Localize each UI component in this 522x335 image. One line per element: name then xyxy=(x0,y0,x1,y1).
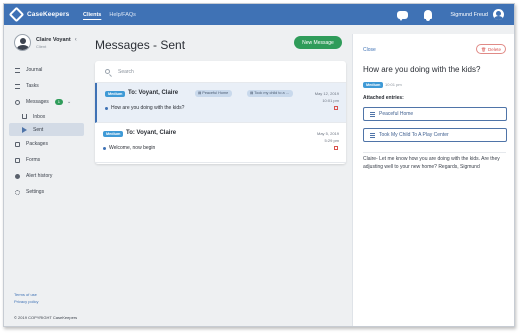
message-detail-pane: Close 🗑 Delete How are you doing with th… xyxy=(352,34,514,326)
nav-clients[interactable]: Clients xyxy=(83,12,101,18)
app-window: CaseKeepers Clients Help/FAQs Sigmund Fr… xyxy=(3,3,515,327)
message-preview: Welcome, now begin xyxy=(109,145,156,151)
delete-label: Delete xyxy=(488,46,502,52)
sidebar-item-label: Inbox xyxy=(33,113,46,120)
attached-entries-label: Attached entries: xyxy=(363,95,404,101)
sidebar-item-label: Journal xyxy=(26,67,43,73)
alert-icon xyxy=(15,173,20,179)
gear-icon xyxy=(15,189,20,195)
unread-badge: 1 xyxy=(54,99,64,105)
attached-entry-button[interactable]: Peaceful Home xyxy=(363,107,507,121)
priority-badge: Medium xyxy=(363,82,384,88)
messages-icon[interactable] xyxy=(397,10,409,21)
message-body: Claire- Let me know how you are doing wi… xyxy=(363,156,500,170)
search-bar xyxy=(95,61,346,83)
message-time: 5:29 pm xyxy=(324,138,339,143)
sidebar-item-label: Packages xyxy=(26,141,48,147)
sidebar-item-alert-history[interactable]: Alert history xyxy=(4,168,88,184)
page-title: Messages - Sent xyxy=(95,38,186,52)
message-list-panel: Medium To: Voyant, Claire Peaceful Home … xyxy=(95,61,346,164)
inbox-icon xyxy=(22,114,27,119)
trash-icon[interactable] xyxy=(334,106,338,110)
bell-icon[interactable] xyxy=(424,10,433,21)
copyright: © 2019 COPYRIGHT CaseKeepers xyxy=(14,315,78,320)
logo-icon xyxy=(8,6,25,23)
list-icon xyxy=(15,83,20,89)
attached-entry-chip[interactable]: Took my child to a ... xyxy=(247,90,293,97)
client-name: Claire Voyant xyxy=(36,36,71,43)
sidebar-item-inbox[interactable]: Inbox xyxy=(4,110,88,123)
message-preview: How are you doing with the kids? xyxy=(111,105,185,111)
sidebar-item-label: Tasks xyxy=(26,83,39,89)
chat-icon xyxy=(15,99,20,105)
sidebar: Claire Voyant Client ‹ Journal Tasks Mes… xyxy=(4,25,88,326)
unread-dot-icon xyxy=(103,147,106,150)
attached-entry-button[interactable]: Took My Child To A Play Center xyxy=(363,128,507,142)
sidebar-item-sent[interactable]: Sent xyxy=(9,123,84,136)
sidebar-nav: Journal Tasks Messages 1 ⌄ Inbox Sent Pa… xyxy=(4,62,88,200)
sidebar-item-label: Alert history xyxy=(26,173,53,179)
message-row[interactable]: Medium To: Voyant, Claire Peaceful Home … xyxy=(95,83,346,123)
terms-link[interactable]: Terms of use xyxy=(14,292,77,297)
sidebar-item-label: Forms xyxy=(26,157,41,163)
sidebar-item-forms[interactable]: Forms xyxy=(4,152,88,168)
message-time: 10:01 pm xyxy=(322,98,339,103)
sidebar-item-label: Sent xyxy=(33,126,44,133)
privacy-link[interactable]: Privacy policy xyxy=(14,299,77,304)
sidebar-item-messages[interactable]: Messages 1 ⌄ xyxy=(4,94,88,110)
message-recipient: To: Voyant, Claire xyxy=(128,90,179,96)
priority-badge: Medium xyxy=(103,131,124,137)
user-avatar[interactable] xyxy=(493,9,504,20)
trash-icon: 🗑 xyxy=(480,46,487,52)
message-recipient: To: Voyant, Claire xyxy=(126,130,177,136)
entry-label: Took My Child To A Play Center xyxy=(379,132,449,138)
close-button[interactable]: Close xyxy=(363,47,376,53)
nav-help-faqs[interactable]: Help/FAQs xyxy=(109,12,136,18)
top-bar: CaseKeepers Clients Help/FAQs Sigmund Fr… xyxy=(4,4,514,25)
logo[interactable]: CaseKeepers xyxy=(8,6,75,23)
client-card: Claire Voyant Client ‹ xyxy=(4,25,88,51)
box-icon xyxy=(15,141,20,147)
collapse-sidebar-icon[interactable]: ‹ xyxy=(75,37,77,43)
new-message-button[interactable]: New Message xyxy=(294,36,342,49)
delete-button[interactable]: 🗑 Delete xyxy=(476,44,506,54)
sidebar-item-journal[interactable]: Journal xyxy=(4,62,88,78)
form-icon xyxy=(15,157,20,163)
client-role: Client xyxy=(36,43,47,49)
sidebar-item-label: Settings xyxy=(26,189,45,195)
send-icon xyxy=(22,126,27,133)
priority-badge: Medium xyxy=(105,91,126,97)
chevron-down-icon[interactable]: ⌄ xyxy=(67,99,71,105)
main-content: Messages - Sent New Message Medium To: V… xyxy=(88,25,350,326)
message-title: How are you doing with the kids? xyxy=(363,65,481,74)
unread-dot-icon xyxy=(105,107,108,110)
sidebar-footer: Terms of use Privacy policy © 2019 COPYR… xyxy=(14,292,77,320)
message-date: May 12, 2019 xyxy=(314,91,339,96)
sidebar-item-tasks[interactable]: Tasks xyxy=(4,78,88,94)
list-icon xyxy=(15,67,20,73)
client-avatar xyxy=(14,34,31,51)
attached-entry-chip[interactable]: Peaceful Home xyxy=(195,90,233,97)
sidebar-item-settings[interactable]: Settings xyxy=(4,184,88,200)
list-icon xyxy=(370,132,375,138)
message-date: May 5, 2019 xyxy=(316,131,339,136)
search-input[interactable] xyxy=(118,68,318,75)
entry-label: Peaceful Home xyxy=(379,111,414,117)
logo-text: CaseKeepers xyxy=(27,11,70,18)
list-icon xyxy=(370,111,375,117)
message-time: 10:01 pm xyxy=(385,82,402,87)
divider xyxy=(363,152,506,153)
user-name[interactable]: Sigmund Freud xyxy=(450,12,488,18)
top-right-controls: Sigmund Freud xyxy=(397,9,504,21)
sidebar-item-packages[interactable]: Packages xyxy=(4,136,88,152)
search-icon xyxy=(105,69,110,74)
trash-icon[interactable] xyxy=(334,146,338,150)
message-row[interactable]: Medium To: Voyant, Claire May 5, 2019 5:… xyxy=(95,123,346,163)
sidebar-item-label: Messages xyxy=(26,99,49,105)
